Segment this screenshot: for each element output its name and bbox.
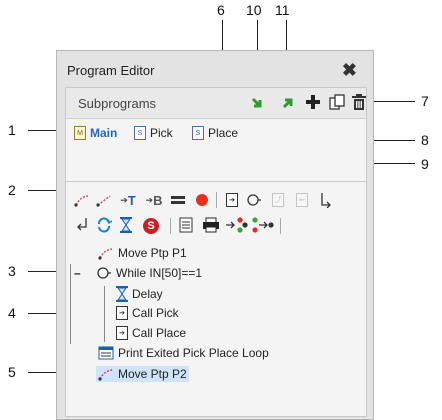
set-output-B-icon[interactable]: ➔ B xyxy=(144,192,164,208)
program-line[interactable]: ➔ Call Pick xyxy=(116,306,179,320)
call-icon: ➔ xyxy=(116,326,128,340)
callout-10: 10 xyxy=(246,2,262,18)
program-line[interactable]: ➔ Call Place xyxy=(116,326,186,340)
program-line-text: Call Place xyxy=(132,326,187,340)
toolbar-divider xyxy=(170,218,171,234)
output-t-label: T xyxy=(127,192,136,208)
call-icon: ➔ xyxy=(116,306,128,320)
callout-1: 1 xyxy=(8,122,16,138)
tree-guide-line xyxy=(70,264,71,344)
callout-8: 8 xyxy=(421,132,429,148)
import-arrow-icon[interactable] xyxy=(250,95,266,111)
toolbar-divider xyxy=(216,192,217,208)
hourglass-icon[interactable] xyxy=(118,217,134,233)
program-panel: ➔ T ➔ B ➔ ⤴ ⇤ S Move Ptp P1 – While IN[5… xyxy=(65,181,367,417)
program-line-text: Print Exited Pick Place Loop xyxy=(118,346,269,360)
call-icon[interactable]: ➔ xyxy=(224,192,240,208)
plus-icon[interactable] xyxy=(304,93,322,111)
subprogram-label: Main xyxy=(90,126,118,140)
subprogram-item-place[interactable]: S Place xyxy=(192,126,238,140)
callout-4: 4 xyxy=(8,305,16,321)
callout-9: 9 xyxy=(421,156,429,172)
toolbar-divider xyxy=(280,218,281,234)
trash-icon[interactable] xyxy=(350,93,368,111)
program-editor-window: Program Editor ✖ Subprograms M Main S Pi… xyxy=(56,50,374,420)
subprogram-item-pick[interactable]: S Pick xyxy=(134,126,173,140)
stop-icon[interactable]: S xyxy=(142,217,160,235)
callout-6: 6 xyxy=(217,2,225,18)
move-ptp-icon[interactable] xyxy=(74,192,90,208)
program-line-text: Call Pick xyxy=(132,306,179,320)
subprogram-icon: S xyxy=(134,126,146,140)
hourglass-icon xyxy=(116,286,128,302)
tree-branch-line xyxy=(104,286,105,342)
move-lin-icon[interactable] xyxy=(96,192,112,208)
stop-s-label: S xyxy=(147,220,155,232)
export-arrow-icon[interactable] xyxy=(280,95,296,111)
copy-icon[interactable] xyxy=(328,93,346,111)
close-icon[interactable]: ✖ xyxy=(342,60,357,81)
subprograms-header: Subprograms xyxy=(66,88,366,119)
main-program-icon: M xyxy=(74,126,86,140)
print-doc-icon[interactable] xyxy=(178,217,194,233)
callout-5: 5 xyxy=(8,364,16,380)
printer-icon[interactable] xyxy=(202,217,220,233)
refresh-icon[interactable] xyxy=(96,217,112,233)
subprogram-item-main[interactable]: M Main xyxy=(74,126,117,140)
disabled-2-icon[interactable]: ⇤ xyxy=(294,192,310,208)
red-dot-icon[interactable] xyxy=(194,192,210,208)
loop-icon xyxy=(97,267,111,279)
move-ptp-icon xyxy=(98,248,113,260)
signal-red-icon[interactable] xyxy=(226,217,248,233)
program-line-text: While IN[50]==1 xyxy=(116,266,203,280)
subprograms-heading: Subprograms xyxy=(78,96,157,111)
output-b-label: B xyxy=(153,192,163,208)
program-line-text: Move Ptp P1 xyxy=(118,246,187,260)
window-title: Program Editor xyxy=(67,63,155,78)
subprogram-icon: S xyxy=(192,126,204,140)
signal-green-icon[interactable] xyxy=(252,217,274,233)
return-icon[interactable] xyxy=(74,217,90,233)
callout-7: 7 xyxy=(421,93,429,109)
disabled-1-icon[interactable]: ⤴ xyxy=(270,192,286,208)
move-ptp-icon xyxy=(98,369,113,381)
callout-3: 3 xyxy=(8,263,16,279)
collapse-toggle[interactable]: – xyxy=(74,266,92,280)
program-line-text: Delay xyxy=(132,287,163,301)
callout-11: 11 xyxy=(275,2,290,18)
program-line-text: Move Ptp P2 xyxy=(118,367,187,381)
program-line[interactable]: Move Ptp P1 xyxy=(98,246,187,260)
set-output-T-icon[interactable]: ➔ T xyxy=(118,192,138,208)
equals-icon[interactable] xyxy=(170,192,186,208)
branch-icon[interactable] xyxy=(318,192,334,208)
loop-icon[interactable] xyxy=(246,192,262,208)
program-line[interactable]: – While IN[50]==1 xyxy=(74,266,202,280)
print-icon xyxy=(98,346,114,360)
program-line-selected[interactable]: Move Ptp P2 xyxy=(96,366,189,382)
subprogram-label: Place xyxy=(208,126,239,140)
callout-2: 2 xyxy=(8,182,16,198)
program-line[interactable]: Print Exited Pick Place Loop xyxy=(98,346,269,360)
program-line[interactable]: Delay xyxy=(116,286,163,302)
subprogram-label: Pick xyxy=(150,126,173,140)
leader-line-7 xyxy=(373,101,415,102)
